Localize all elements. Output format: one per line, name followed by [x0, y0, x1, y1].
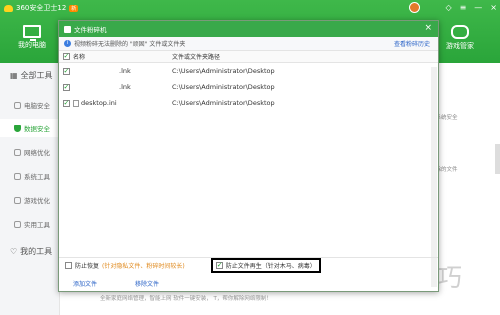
close-icon[interactable]: × [490, 3, 497, 12]
file-shredder-dialog: 文件粉碎机 × i 视频粉碎无法删除的 "顽固" 文件或文件夹 查看粉碎历史 名… [58, 20, 439, 292]
file-name: .lnk [119, 67, 131, 75]
avatar[interactable] [409, 2, 420, 13]
monitor-icon [14, 101, 21, 109]
col-path-header: 文件或文件夹路径 [172, 54, 221, 61]
prevent-restore-checkbox[interactable] [65, 262, 72, 269]
nav-game-manager[interactable]: 游戏管家 [440, 25, 480, 51]
sidebar: ▦ 全部工具 电脑安全 数据安全 网络优化 系统工具 游戏优化 实用工具 ♡ 我… [0, 63, 60, 315]
redacted-filename [73, 67, 119, 73]
sidebar-item-label: 游戏优化 [24, 197, 50, 205]
add-file-link[interactable]: 添加文件 [73, 279, 97, 288]
nav-my-pc[interactable]: 我的电脑 [12, 25, 52, 50]
remove-file-link[interactable]: 移除文件 [135, 279, 159, 288]
sidebar-item-network[interactable]: 网络优化 [14, 143, 60, 161]
view-history-link[interactable]: 查看粉碎历史 [394, 39, 430, 48]
file-icon [73, 99, 79, 107]
dialog-close-button[interactable]: × [424, 23, 432, 33]
skin-icon[interactable]: ◇ [445, 3, 451, 12]
base-scrollbar[interactable] [495, 144, 500, 174]
table-row[interactable]: .lnk C:\Users\Administrator\Desktop [59, 63, 438, 79]
monitor-icon [23, 25, 41, 41]
new-badge: 新 [69, 4, 79, 12]
action-bar: 添加文件 移除文件 [59, 275, 438, 291]
prevent-restore-label: 防止恢复 [75, 263, 100, 270]
info-bar: i 视频粉碎无法删除的 "顽固" 文件或文件夹 查看粉碎历史 [59, 37, 438, 51]
heart-icon: ♡ [10, 247, 18, 256]
all-tools-label: 全部工具 [20, 71, 53, 80]
file-list: .lnk C:\Users\Administrator\Desktop .lnk… [59, 63, 438, 269]
sidebar-item-label: 网络优化 [24, 149, 50, 157]
table-header: 名称 文件或文件夹路径 [59, 51, 438, 63]
app-title-text: 360安全卫士12 [16, 4, 67, 12]
prevent-regen-label: 防止文件再生（针对木马、病毒） [225, 263, 316, 270]
toolbox-icon [14, 220, 21, 228]
col-name-header: 名称 [73, 54, 86, 61]
grid-icon: ▦ [10, 71, 18, 80]
file-path: C:\Users\Administrator\Desktop [172, 67, 275, 75]
sidebar-item-utilities[interactable]: 实用工具 [14, 215, 60, 233]
dialog-scrollbar[interactable] [431, 67, 437, 287]
row-checkbox[interactable] [62, 83, 70, 92]
gamepad-icon [451, 25, 469, 39]
sidebar-item-data-security[interactable]: 数据安全 [0, 119, 60, 137]
row-checkbox[interactable] [62, 99, 70, 108]
360-logo-icon [4, 4, 13, 12]
shredder-icon [64, 25, 71, 33]
sidebar-item-system-tools[interactable]: 系统工具 [14, 167, 60, 185]
info-text: 视频粉碎无法删除的 "顽固" 文件或文件夹 [74, 41, 186, 48]
gear-icon [14, 172, 21, 180]
sidebar-item-game[interactable]: 游戏优化 [14, 191, 60, 209]
sidebar-my-tools[interactable]: ♡ 我的工具 [10, 246, 52, 257]
file-path: C:\Users\Administrator\Desktop [172, 83, 275, 91]
table-row[interactable]: desktop.ini C:\Users\Administrator\Deskt… [59, 95, 438, 111]
gamepad-icon [14, 196, 21, 204]
base-bottom-text: 全新家庭网络管理，智能上网 软件一键安装， T，帮你解除网络限制！ [100, 296, 272, 302]
options-bar: 防止恢复 (针对隐私文件、粉碎时间较长) 防止文件再生（针对木马、病毒） [59, 257, 438, 273]
sidebar-item-pc-security[interactable]: 电脑安全 [14, 96, 60, 114]
sidebar-item-label: 电脑安全 [24, 102, 50, 110]
minimize-icon[interactable]: — [474, 3, 482, 12]
prevent-regen-option[interactable]: 防止文件再生（针对木马、病毒） [210, 258, 321, 273]
row-checkbox[interactable] [62, 67, 70, 76]
sidebar-all-tools[interactable]: ▦ 全部工具 [10, 70, 53, 81]
dialog-title: 文件粉碎机 [74, 26, 107, 34]
prevent-restore-option[interactable]: 防止恢复 (针对隐私文件、粉碎时间较长) [65, 261, 185, 270]
sidebar-item-label: 实用工具 [24, 221, 50, 229]
table-row[interactable]: .lnk C:\Users\Administrator\Desktop [59, 79, 438, 95]
redacted-filename [73, 83, 119, 89]
file-path: C:\Users\Administrator\Desktop [172, 99, 275, 107]
prevent-regen-checkbox[interactable] [215, 261, 223, 270]
globe-icon [14, 148, 21, 156]
window-controls: ◇ ≡ — × [445, 3, 497, 12]
dialog-titlebar[interactable]: 文件粉碎机 × [59, 21, 438, 37]
nav-my-pc-label: 我的电脑 [18, 41, 46, 49]
sidebar-item-label: 系统工具 [24, 173, 50, 181]
info-icon: i [64, 40, 71, 47]
file-name: desktop.ini [81, 99, 117, 107]
file-name: .lnk [119, 83, 131, 91]
prevent-restore-note: (针对隐私文件、粉碎时间较长) [102, 263, 185, 270]
shield-icon [14, 124, 21, 132]
menu-icon[interactable]: ≡ [460, 3, 467, 12]
app-title: 360安全卫士12 新 [4, 3, 79, 13]
my-tools-label: 我的工具 [20, 247, 53, 256]
sidebar-item-label: 数据安全 [24, 125, 50, 133]
nav-game-label: 游戏管家 [446, 42, 474, 50]
select-all-checkbox[interactable] [62, 52, 70, 61]
